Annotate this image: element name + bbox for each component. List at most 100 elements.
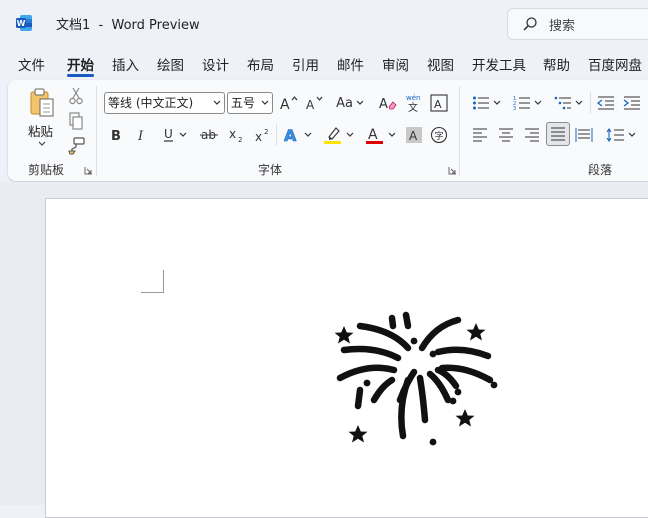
group-separator xyxy=(96,86,97,176)
copy-button[interactable] xyxy=(66,111,86,131)
character-border-icon: A xyxy=(430,94,448,112)
font-color-icon: A xyxy=(365,127,383,144)
fireworks-icon[interactable] xyxy=(330,308,502,450)
underline-icon: U xyxy=(163,127,173,142)
numbering-button[interactable]: 1 2 3 xyxy=(509,92,545,114)
font-launcher-icon[interactable] xyxy=(448,166,457,175)
bold-button[interactable]: B xyxy=(106,124,126,146)
font-size-value: 五号 xyxy=(231,96,256,110)
ribbon-tabs: 文件 开始 插入 绘图 设计 布局 引用 邮件 审阅 视图 开发工具 帮助 百度… xyxy=(0,50,648,78)
bullets-button[interactable] xyxy=(468,92,504,114)
format-painter-icon xyxy=(68,137,85,155)
chevron-down-icon xyxy=(261,100,269,105)
chevron-down-icon xyxy=(346,132,353,137)
font-size-combo[interactable]: 五号 xyxy=(227,92,273,114)
align-center-button[interactable] xyxy=(495,124,517,146)
text-effects-button[interactable]: A xyxy=(280,124,314,146)
multilevel-list-button[interactable] xyxy=(550,92,586,114)
font-color-button[interactable]: A xyxy=(362,124,398,146)
enclose-characters-button[interactable]: 字 xyxy=(428,124,450,146)
increase-indent-icon xyxy=(623,96,640,110)
svg-text:A: A xyxy=(306,98,315,112)
search-icon xyxy=(523,17,537,31)
chevron-down-icon xyxy=(493,100,500,105)
character-border-button[interactable]: A xyxy=(428,92,450,114)
clear-formatting-icon: A xyxy=(379,97,397,112)
shrink-font-button[interactable]: A xyxy=(303,92,325,114)
svg-text:字: 字 xyxy=(435,130,444,142)
superscript-button[interactable]: x2 xyxy=(252,124,274,146)
grow-font-icon: A xyxy=(280,96,298,112)
tab-mailings[interactable]: 邮件 xyxy=(337,54,364,74)
align-left-button[interactable] xyxy=(469,124,491,146)
enclose-characters-icon: 字 xyxy=(430,126,448,144)
character-shading-icon: A xyxy=(406,127,422,143)
cut-button[interactable] xyxy=(66,86,86,106)
font-group-label: 字体 xyxy=(258,163,283,177)
character-shading-button[interactable]: A xyxy=(403,124,425,146)
highlighter-icon xyxy=(323,127,341,144)
svg-text:A: A xyxy=(434,98,442,111)
distributed-icon xyxy=(575,128,593,142)
underline-button[interactable]: U xyxy=(158,124,190,146)
shrink-font-icon: A xyxy=(306,96,323,112)
paste-button[interactable] xyxy=(28,86,56,120)
change-case-button[interactable]: Aa xyxy=(333,92,367,114)
tab-layout[interactable]: 布局 xyxy=(247,54,274,74)
tab-developer[interactable]: 开发工具 xyxy=(472,54,526,74)
strikethrough-button[interactable]: ab xyxy=(198,124,220,146)
text-effects-icon: A xyxy=(283,126,297,144)
tab-file[interactable]: 文件 xyxy=(18,54,45,74)
chevron-down-icon xyxy=(304,132,311,137)
svg-text:文: 文 xyxy=(408,101,418,113)
format-painter-button[interactable] xyxy=(66,136,86,156)
active-tab-indicator xyxy=(67,74,94,77)
paste-dropdown-icon[interactable] xyxy=(38,141,46,147)
text-highlight-button[interactable] xyxy=(320,124,356,146)
chevron-down-icon xyxy=(213,100,221,105)
svg-text:x: x xyxy=(255,130,262,143)
svg-text:A: A xyxy=(409,129,418,143)
tab-references[interactable]: 引用 xyxy=(292,54,319,74)
scissors-icon xyxy=(69,87,83,105)
grow-font-button[interactable]: A xyxy=(278,92,300,114)
align-right-icon xyxy=(525,128,539,142)
multilevel-list-icon xyxy=(554,96,571,110)
superscript-icon: x2 xyxy=(255,128,268,143)
tab-draw[interactable]: 绘图 xyxy=(157,54,184,74)
italic-button[interactable]: I xyxy=(132,124,152,146)
title-bar: W 文档1 - Word Preview 搜索 xyxy=(0,0,648,46)
increase-indent-button[interactable] xyxy=(621,92,643,114)
bold-icon: B xyxy=(111,129,121,142)
font-name-combo[interactable]: 等线 (中文正文) xyxy=(104,92,225,114)
phonetic-guide-icon: wén 文 xyxy=(406,94,420,113)
tab-view[interactable]: 视图 xyxy=(427,54,454,74)
subscript-button[interactable]: x2 xyxy=(226,124,248,146)
clear-formatting-button[interactable]: A xyxy=(377,92,399,114)
tab-home[interactable]: 开始 xyxy=(67,54,94,74)
tab-help[interactable]: 帮助 xyxy=(543,54,570,74)
align-right-button[interactable] xyxy=(521,124,543,146)
margin-corner-mark xyxy=(141,270,164,293)
tab-insert[interactable]: 插入 xyxy=(112,54,139,74)
search-box[interactable]: 搜索 xyxy=(507,8,648,40)
svg-text:A: A xyxy=(284,126,297,144)
phonetic-guide-button[interactable]: wén 文 xyxy=(403,92,425,114)
chevron-down-icon xyxy=(179,132,186,137)
copy-icon xyxy=(69,112,83,130)
justify-button[interactable] xyxy=(546,122,570,146)
line-spacing-button[interactable] xyxy=(602,124,638,146)
svg-text:A: A xyxy=(379,97,388,112)
svg-text:2: 2 xyxy=(238,136,242,143)
tab-baidu-netdisk[interactable]: 百度网盘 xyxy=(588,54,642,74)
decrease-indent-button[interactable] xyxy=(595,92,617,114)
tab-design[interactable]: 设计 xyxy=(202,54,229,74)
svg-text:B: B xyxy=(111,129,121,142)
chevron-down-icon xyxy=(575,100,582,105)
document-title: 文档1 - Word Preview xyxy=(56,18,200,33)
clipboard-launcher-icon[interactable] xyxy=(84,166,93,175)
tab-review[interactable]: 审阅 xyxy=(382,54,409,74)
svg-text:U: U xyxy=(164,127,173,141)
word-logo-icon: W xyxy=(16,15,32,31)
distributed-button[interactable] xyxy=(573,124,595,146)
